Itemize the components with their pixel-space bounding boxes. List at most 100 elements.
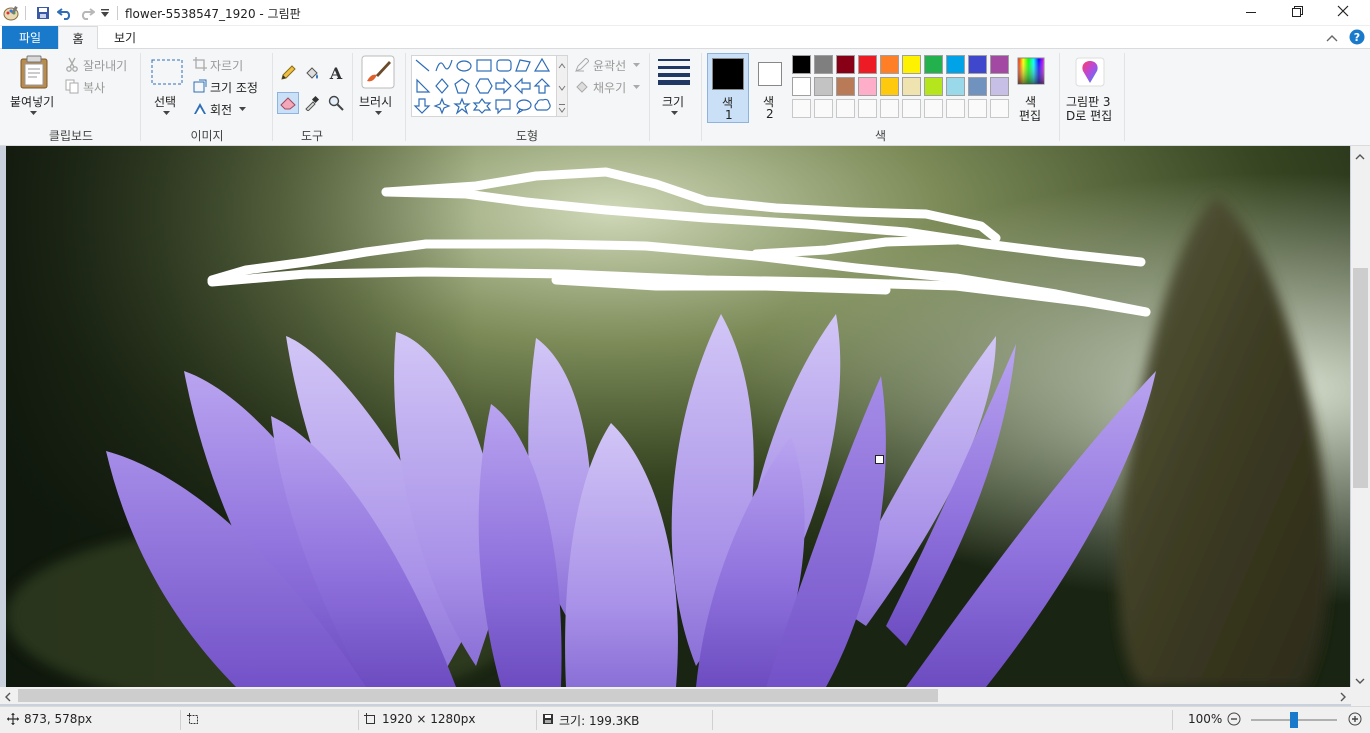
palette-color-swatch[interactable] (836, 77, 855, 96)
palette-color-swatch[interactable] (792, 77, 811, 96)
minimize-icon (1246, 5, 1256, 21)
palette-color-swatch[interactable] (858, 55, 877, 74)
select-button[interactable] (150, 59, 184, 87)
vertical-scroll-thumb[interactable] (1353, 268, 1368, 488)
custom-color-slot[interactable] (946, 99, 965, 118)
outline-dropdown-icon[interactable] (632, 61, 640, 69)
palette-color-swatch[interactable] (990, 55, 1009, 74)
palette-color-swatch[interactable] (968, 77, 987, 96)
magnifier-icon[interactable] (326, 93, 346, 113)
scroll-left-icon[interactable] (4, 691, 12, 705)
horizontal-scrollbar[interactable] (0, 687, 1351, 704)
pencil-icon[interactable] (278, 63, 298, 83)
cursor-handle (875, 455, 884, 464)
paste-dropdown-icon[interactable] (28, 109, 38, 117)
palette-color-swatch[interactable] (902, 55, 921, 74)
palette-color-swatch[interactable] (968, 55, 987, 74)
crop-button[interactable]: 자르기 (210, 57, 243, 74)
minimize-ribbon-icon[interactable] (1324, 30, 1340, 46)
edit-colors-button[interactable] (1016, 57, 1046, 87)
scroll-right-icon[interactable] (1339, 691, 1347, 705)
paint-3d-label-line2[interactable]: D로 편집 (1066, 107, 1112, 124)
zoom-slider[interactable] (1251, 712, 1337, 728)
palette-color-swatch[interactable] (880, 77, 899, 96)
palette-color-swatch[interactable] (814, 77, 833, 96)
outline-button[interactable]: 윤곽선 (593, 57, 626, 74)
palette-color-swatch[interactable] (946, 55, 965, 74)
color-2-button[interactable]: 색 2 (752, 53, 788, 123)
palette-color-swatch[interactable] (880, 55, 899, 74)
palette-color-swatch[interactable] (836, 55, 855, 74)
size-dropdown-icon[interactable] (669, 109, 679, 117)
minimize-button[interactable] (1228, 0, 1274, 26)
custom-color-slot[interactable] (858, 99, 877, 118)
undo-icon[interactable] (56, 4, 74, 22)
shapes-gallery-scrollbar[interactable] (556, 55, 568, 117)
selection-size-icon (186, 712, 200, 726)
edit-colors-label-line2[interactable]: 편집 (1019, 107, 1041, 124)
paste-label[interactable]: 붙여넣기 (10, 93, 54, 110)
palette-color-swatch[interactable] (990, 77, 1009, 96)
select-dropdown-icon[interactable] (161, 109, 171, 117)
fill-bucket-icon[interactable] (302, 63, 322, 83)
zoom-in-button[interactable] (1347, 712, 1363, 728)
palette-color-swatch[interactable] (902, 77, 921, 96)
resize-button[interactable]: 크기 조정 (210, 79, 258, 96)
zoom-slider-thumb[interactable] (1290, 712, 1298, 728)
custom-color-slot[interactable] (924, 99, 943, 118)
tab-file[interactable]: 파일 (2, 26, 58, 49)
paint-3d-button[interactable] (1074, 57, 1106, 89)
customize-quick-access-icon[interactable] (98, 4, 112, 22)
paint-app-icon[interactable] (2, 4, 20, 22)
size-label[interactable]: 크기 (662, 93, 684, 110)
palette-color-swatch[interactable] (924, 77, 943, 96)
custom-color-slot[interactable] (814, 99, 833, 118)
custom-color-slot[interactable] (836, 99, 855, 118)
clipboard-icon (18, 55, 50, 92)
rotate-dropdown-icon[interactable] (238, 105, 246, 113)
scroll-up-icon[interactable] (1355, 150, 1365, 164)
custom-color-slot[interactable] (792, 99, 811, 118)
palette-color-swatch[interactable] (814, 55, 833, 74)
redo-icon[interactable] (78, 4, 96, 22)
palette-color-swatch[interactable] (792, 55, 811, 74)
palette-color-swatch[interactable] (946, 77, 965, 96)
group-divider (1124, 53, 1125, 141)
fill-button[interactable]: 채우기 (593, 79, 626, 96)
close-button[interactable] (1320, 0, 1366, 26)
zoom-out-button[interactable] (1226, 712, 1242, 728)
palette-color-swatch[interactable] (858, 77, 877, 96)
custom-color-slot[interactable] (902, 99, 921, 118)
save-icon[interactable] (34, 4, 52, 22)
palette-color-swatch[interactable] (924, 55, 943, 74)
drawing-canvas[interactable] (6, 146, 1350, 687)
oval-callout-shape-icon (516, 99, 532, 115)
custom-color-slot[interactable] (968, 99, 987, 118)
size-button[interactable] (656, 57, 692, 87)
tools-group-label: 도구 (300, 129, 324, 143)
color-picker-icon[interactable] (302, 93, 322, 113)
fill-dropdown-icon[interactable] (632, 83, 640, 91)
copy-button[interactable]: 복사 (83, 79, 105, 96)
custom-color-slot[interactable] (880, 99, 899, 118)
shapes-gallery[interactable] (411, 55, 557, 117)
select-label[interactable]: 선택 (154, 93, 176, 110)
shapes-group-label: 도형 (515, 129, 539, 143)
vertical-scrollbar[interactable] (1351, 146, 1370, 687)
paste-button[interactable] (16, 55, 52, 91)
brush-button[interactable] (360, 55, 396, 91)
tab-view[interactable]: 보기 (100, 26, 150, 49)
custom-color-slot[interactable] (990, 99, 1009, 118)
color-1-button[interactable]: 색 1 (707, 53, 749, 123)
restore-button[interactable] (1274, 0, 1320, 26)
rotate-button[interactable]: 회전 (210, 101, 232, 118)
cut-button[interactable]: 잘라내기 (83, 57, 127, 74)
help-icon[interactable]: ? (1348, 28, 1365, 45)
brush-dropdown-icon[interactable] (373, 109, 383, 117)
horizontal-scroll-thumb[interactable] (18, 689, 938, 702)
eraser-icon[interactable] (277, 92, 299, 114)
brush-label[interactable]: 브러시 (359, 93, 392, 110)
scroll-down-icon[interactable] (1355, 674, 1365, 688)
text-icon[interactable]: A (326, 63, 346, 83)
tab-home[interactable]: 홈 (58, 26, 98, 50)
